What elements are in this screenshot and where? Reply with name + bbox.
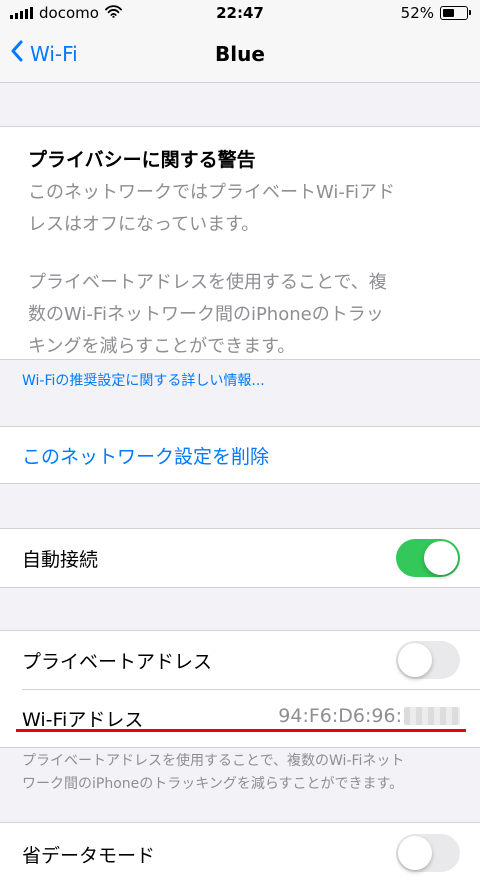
privacy-warning-body: このネットワークではプライベートWi-Fiアド レスはオフになっています。 プラ… — [28, 177, 458, 363]
wifi-address-value: 94:F6:D6:96: — [278, 705, 460, 727]
privacy-text-line: 数のWi-Fiネットワーク間のiPhoneのトラッ — [28, 304, 384, 325]
battery-icon — [440, 6, 471, 20]
delete-network-button[interactable]: このネットワーク設定を削除 — [22, 442, 269, 469]
footnote-line: ワーク間のiPhoneのトラッキングを減らすことができます。 — [22, 776, 404, 792]
privacy-text-line: キングを減らすことができます。 — [28, 336, 296, 357]
battery-percent: 52% — [400, 4, 434, 22]
privacy-warning-title: プライバシーに関する警告 — [28, 149, 256, 171]
private-address-toggle[interactable] — [396, 641, 460, 679]
private-address-label: プライベートアドレス — [22, 651, 213, 673]
privacy-text-line: プライベートアドレスを使用することで、複 — [28, 272, 387, 293]
private-address-footnote: プライベートアドレスを使用することで、複数のWi-Fiネット ワーク間のiPho… — [22, 750, 462, 796]
annotation-underline — [16, 729, 466, 732]
privacy-warning-card: プライバシーに関する警告 このネットワークではプライベートWi-Fiアド レスは… — [0, 126, 480, 360]
privacy-text-line: このネットワークではプライベートWi-Fiアド — [28, 182, 395, 203]
auto-join-row: 自動接続 — [0, 528, 480, 588]
auto-join-toggle[interactable] — [396, 539, 460, 577]
wifi-address-label: Wi-Fiアドレス — [22, 709, 144, 731]
privacy-text-line: レスはオフになっています。 — [28, 214, 260, 235]
auto-join-label: 自動接続 — [22, 549, 99, 571]
low-data-mode-label: 省データモード — [22, 845, 156, 867]
wifi-address-text: 94:F6:D6:96: — [278, 705, 402, 727]
row-divider — [22, 689, 480, 690]
status-bar: docomo 22:47 52% — [0, 0, 480, 28]
delete-network-row[interactable]: このネットワーク設定を削除 — [0, 426, 480, 484]
recommended-settings-link[interactable]: Wi-Fiの推奨設定に関する詳しい情報... — [22, 370, 265, 390]
footnote-line: プライベートアドレスを使用することで、複数のWi-Fiネット — [22, 753, 405, 769]
low-data-mode-toggle[interactable] — [396, 834, 460, 872]
redacted-mask — [404, 707, 460, 725]
nav-bar: Wi-Fi Blue — [0, 28, 480, 83]
status-right: 52% — [400, 4, 471, 22]
page-title: Blue — [215, 42, 265, 66]
